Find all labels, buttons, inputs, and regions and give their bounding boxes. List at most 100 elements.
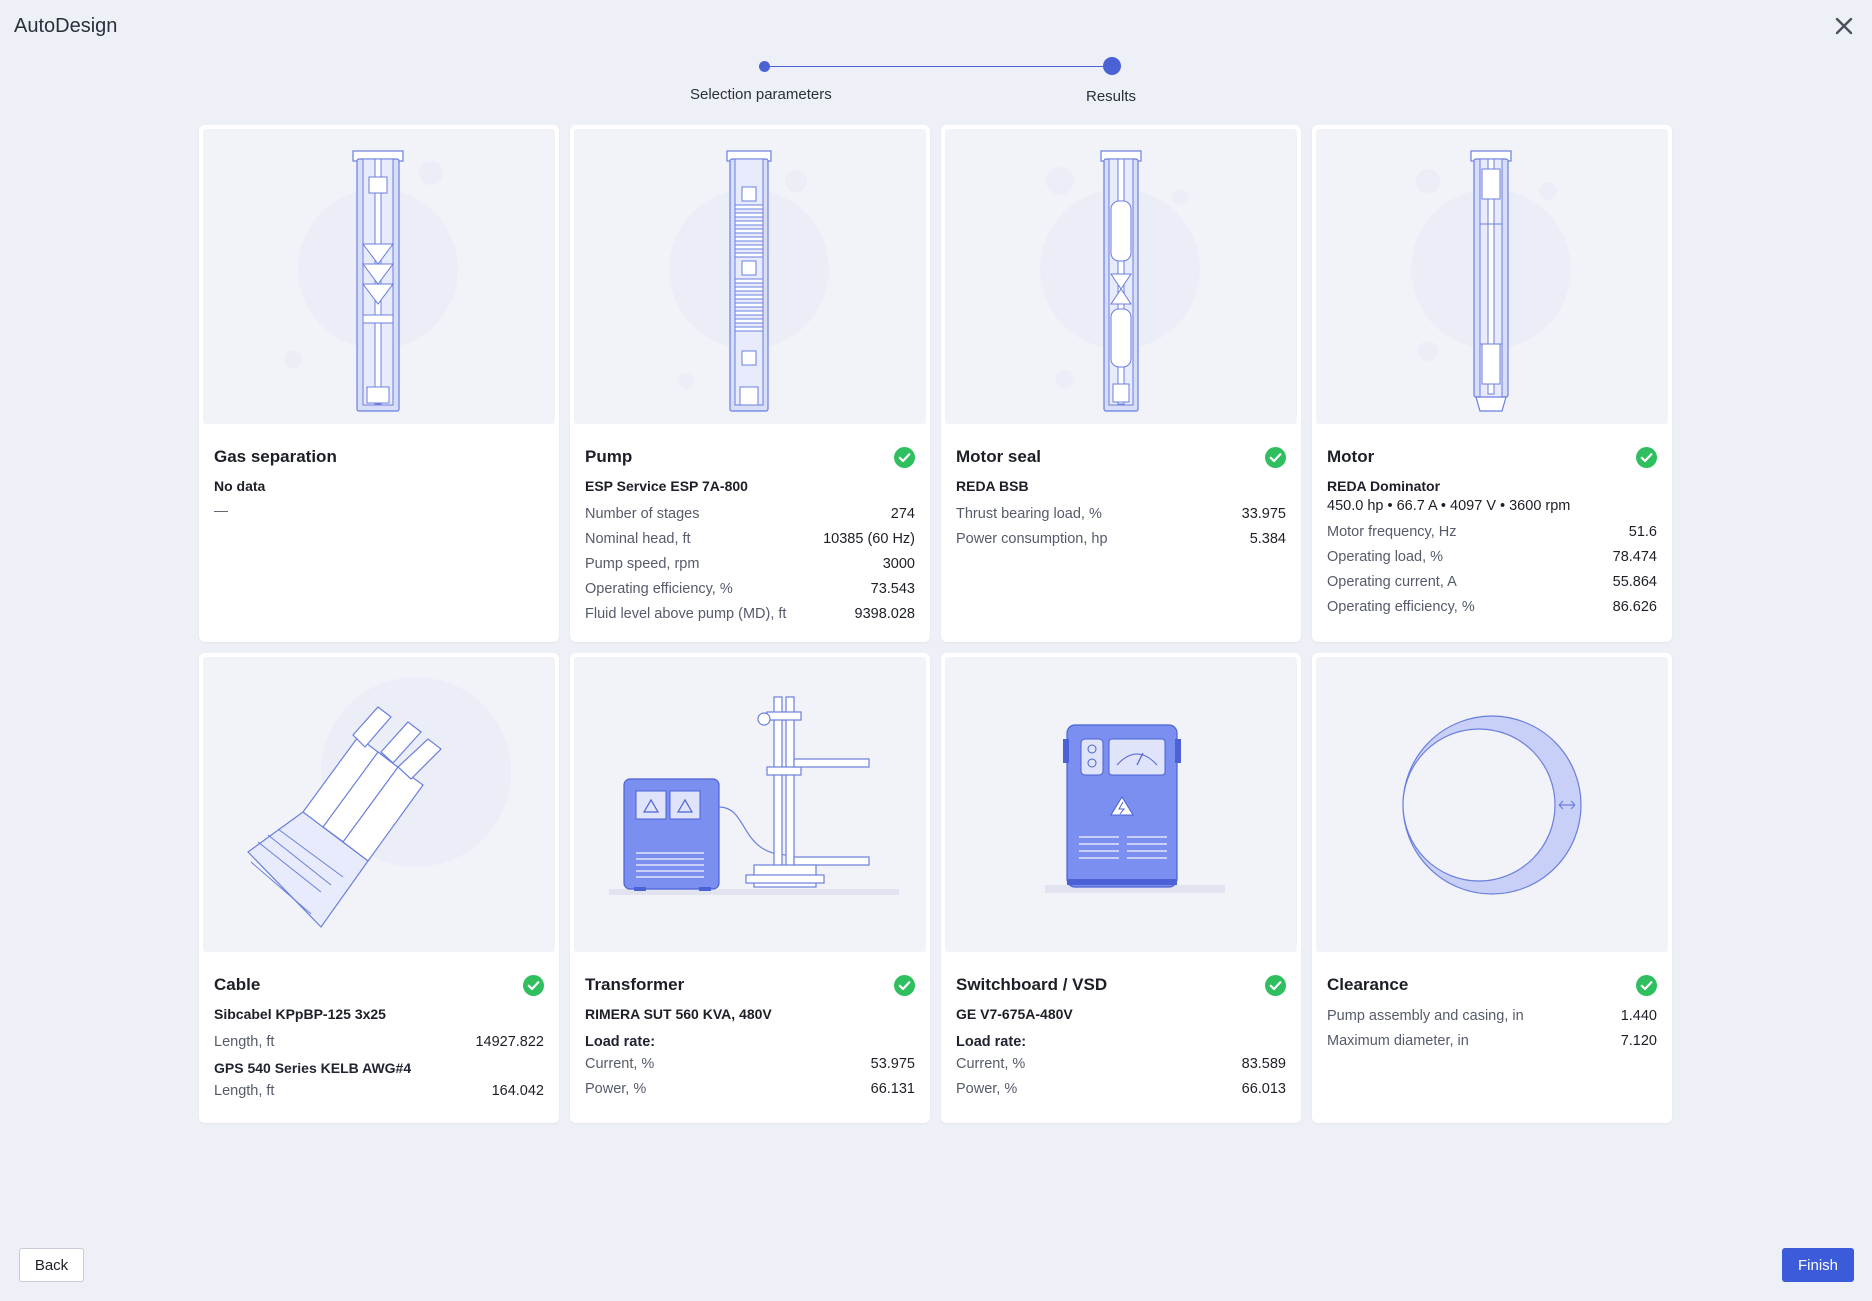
card-title: Gas separation	[214, 447, 337, 466]
card-title: Motor seal	[956, 447, 1042, 466]
card-subtitle: REDA BSB	[956, 478, 1029, 494]
card-title: Switchboard / VSD	[956, 975, 1108, 994]
motor-illustration	[1316, 129, 1668, 424]
card-subtitle: RIMERA SUT 560 KVA, 480V	[585, 1006, 772, 1022]
row-value: 66.131	[870, 1081, 915, 1097]
row-label: Length, ft	[214, 1083, 275, 1099]
row-value: 5.384	[1249, 531, 1286, 547]
load-rate-label: Load rate:	[585, 1034, 656, 1050]
row-value: 1.440	[1620, 1008, 1657, 1024]
row-value: 9398.028	[854, 606, 915, 622]
row-value: 7.120	[1620, 1033, 1657, 1049]
card-title: Clearance	[1327, 975, 1409, 994]
card-subtitle: No data	[214, 478, 266, 494]
card-gas-separation: Gas separation No data —	[199, 125, 559, 642]
data-row: Power consumption, hp 5.384	[956, 527, 1286, 552]
transformer-illustration	[574, 657, 926, 952]
row-label: Maximum diameter, in	[1327, 1033, 1469, 1049]
card-title: Motor	[1327, 447, 1375, 466]
row-value: 66.013	[1241, 1081, 1286, 1097]
check-circle-icon	[1265, 446, 1286, 468]
row-label: Operating current, A	[1327, 574, 1457, 590]
row-label: Number of stages	[585, 506, 700, 522]
progress-stepper: Selection parameters Results	[690, 55, 1150, 115]
row-value: 164.042	[491, 1083, 544, 1099]
row-label: Power, %	[585, 1081, 647, 1097]
load-rate-label: Load rate:	[956, 1034, 1027, 1050]
row-value: 33.975	[1241, 506, 1286, 522]
empty-value: —	[214, 502, 228, 518]
row-value: 274	[890, 506, 915, 522]
data-row: Power, % 66.013	[956, 1077, 1286, 1102]
card-title: Transformer	[585, 975, 685, 994]
gas-separator-illustration	[203, 129, 555, 424]
data-row: Length, ft 14927.822	[214, 1030, 544, 1055]
step-dot-results[interactable]	[1103, 57, 1121, 75]
app-title: AutoDesign	[14, 15, 118, 37]
row-label: Nominal head, ft	[585, 531, 691, 547]
data-row: Power, % 66.131	[585, 1077, 915, 1102]
data-row: Current, % 83.589	[956, 1052, 1286, 1077]
row-value: 55.864	[1612, 574, 1657, 590]
data-row: Operating efficiency, % 73.543	[585, 577, 915, 602]
row-label: Pump speed, rpm	[585, 556, 700, 572]
finish-button[interactable]: Finish	[1782, 1248, 1854, 1282]
row-value: 14927.822	[475, 1034, 544, 1050]
row-label: Operating efficiency, %	[1327, 599, 1475, 615]
data-row: Thrust bearing load, % 33.975	[956, 502, 1286, 527]
row-label: Operating efficiency, %	[585, 581, 733, 597]
data-row: Length, ft 164.042	[214, 1079, 544, 1104]
card-subtitle: REDA Dominator	[1327, 478, 1441, 494]
row-value: 73.543	[870, 581, 915, 597]
row-label: Pump assembly and casing, in	[1327, 1008, 1524, 1024]
data-row: Operating efficiency, % 86.626	[1327, 595, 1657, 620]
row-value: 78.474	[1612, 549, 1657, 565]
row-label: Current, %	[585, 1056, 655, 1072]
data-row: Operating load, % 78.474	[1327, 545, 1657, 570]
pump-illustration	[574, 129, 926, 424]
data-row: Fluid level above pump (MD), ft 9398.028	[585, 602, 915, 627]
card-pump: Pump ESP Service ESP 7A-800 Number of st…	[570, 125, 930, 642]
data-row: Pump assembly and casing, in 1.440	[1327, 1004, 1657, 1029]
card-subtitle-2: GPS 540 Series KELB AWG#4	[214, 1060, 412, 1076]
close-icon[interactable]	[1830, 12, 1858, 40]
card-subtitle: ESP Service ESP 7A-800	[585, 478, 748, 494]
clearance-illustration	[1316, 657, 1668, 952]
card-transformer: Transformer RIMERA SUT 560 KVA, 480V Loa…	[570, 653, 930, 1123]
card-title: Pump	[585, 447, 633, 466]
check-circle-icon	[523, 974, 544, 996]
row-label: Fluid level above pump (MD), ft	[585, 606, 787, 622]
check-circle-icon	[894, 446, 915, 468]
row-value: 83.589	[1241, 1056, 1286, 1072]
motor-seal-illustration	[945, 129, 1297, 424]
row-label: Motor frequency, Hz	[1327, 524, 1457, 540]
row-value: 86.626	[1612, 599, 1657, 615]
card-subtitle: GE V7-675A-480V	[956, 1006, 1073, 1022]
data-row: Pump speed, rpm 3000	[585, 552, 915, 577]
step-label-results: Results	[1086, 88, 1137, 105]
data-row: Operating current, A 55.864	[1327, 570, 1657, 595]
cable-illustration	[203, 657, 555, 952]
switchboard-illustration	[945, 657, 1297, 952]
card-cable: Cable Sibcabel KPpBP-125 3x25 Length, ft…	[199, 653, 559, 1123]
row-label: Current, %	[956, 1056, 1026, 1072]
check-circle-icon	[894, 974, 915, 996]
card-subtitle: Sibcabel KPpBP-125 3x25	[214, 1006, 386, 1022]
back-button[interactable]: Back	[19, 1248, 84, 1282]
check-circle-icon	[1636, 446, 1657, 468]
motor-specs: 450.0 hp • 66.7 A • 4097 V • 3600 rpm	[1327, 498, 1571, 514]
row-label: Power, %	[956, 1081, 1018, 1097]
step-label-selection[interactable]: Selection parameters	[690, 86, 832, 103]
row-value: 3000	[882, 556, 915, 572]
row-value: 53.975	[870, 1056, 915, 1072]
card-clearance: Clearance Pump assembly and casing, in 1.…	[1312, 653, 1672, 1123]
card-title: Cable	[214, 975, 261, 994]
row-label: Thrust bearing load, %	[956, 506, 1102, 522]
data-row: Maximum diameter, in 7.120	[1327, 1029, 1657, 1054]
row-label: Length, ft	[214, 1034, 275, 1050]
step-dot-selection[interactable]	[759, 61, 770, 72]
row-label: Operating load, %	[1327, 549, 1444, 565]
data-row: Number of stages 274	[585, 502, 915, 527]
card-motor: Motor REDA Dominator 450.0 hp • 66.7 A •…	[1312, 125, 1672, 642]
row-value: 51.6	[1628, 524, 1657, 540]
